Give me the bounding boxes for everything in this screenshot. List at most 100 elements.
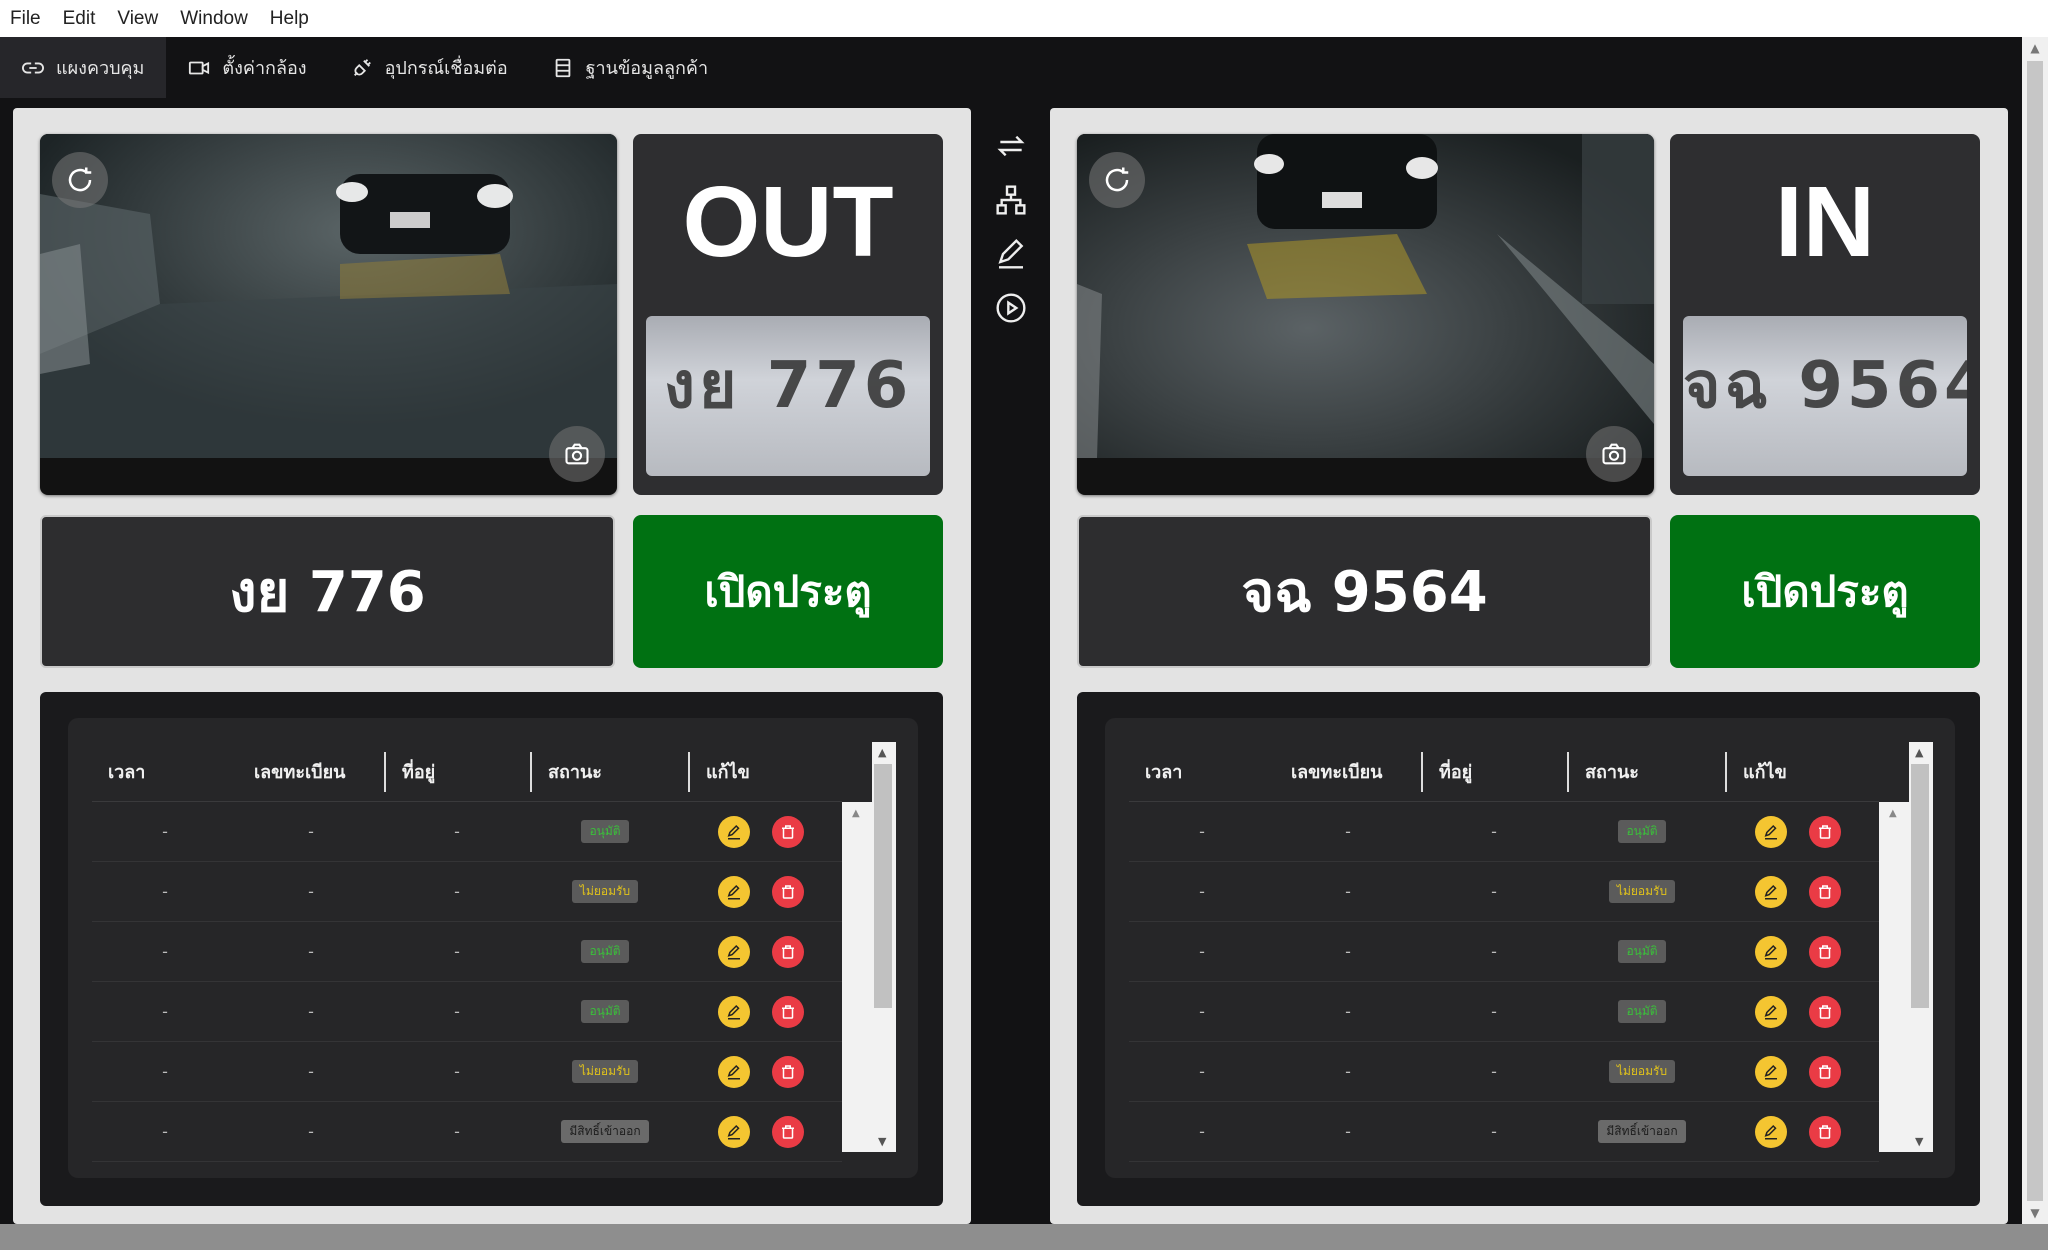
tab-control-panel[interactable]: แผงควบคุม	[0, 37, 167, 98]
refresh-camera-button[interactable]	[1089, 152, 1145, 208]
capture-snapshot-button[interactable]	[549, 426, 605, 482]
cell-plate: -	[308, 1122, 314, 1141]
window-scrollbar[interactable]: ▲ ▼	[2022, 37, 2048, 1224]
menu-help[interactable]: Help	[270, 8, 309, 30]
header-time[interactable]: เวลา	[92, 752, 238, 792]
tab-customer-database[interactable]: ฐานข้อมูลลูกค้า	[530, 37, 730, 98]
scroll-up-arrow-icon[interactable]: ▲	[1915, 746, 1923, 759]
header-edit[interactable]: แก้ไข	[1725, 751, 1879, 792]
header-edit[interactable]: แก้ไข	[688, 751, 842, 792]
edit-row-button[interactable]	[718, 935, 750, 968]
delete-row-button[interactable]	[772, 935, 804, 968]
scroll-up-arrow-icon[interactable]: ▲	[878, 746, 886, 759]
delete-row-button[interactable]	[1809, 995, 1841, 1028]
header-status[interactable]: สถานะ	[1567, 751, 1725, 792]
cell-address: -	[454, 1062, 460, 1081]
trash-icon	[1819, 1124, 1831, 1139]
delete-row-button[interactable]	[772, 815, 804, 848]
edit-row-button[interactable]	[1755, 875, 1787, 908]
direction-box-in: IN จฉ 9564	[1670, 134, 1980, 495]
cell-address: -	[454, 1122, 460, 1141]
table-scroll-thumb[interactable]	[1911, 764, 1929, 1008]
edit-row-button[interactable]	[718, 995, 750, 1028]
delete-row-button[interactable]	[1809, 1115, 1841, 1148]
cell-actions	[680, 935, 842, 968]
cell-time: -	[1199, 882, 1205, 901]
refresh-icon	[68, 167, 92, 192]
delete-row-button[interactable]	[772, 995, 804, 1028]
cell-plate: -	[1345, 882, 1351, 901]
header-plate[interactable]: เลขทะเบียน	[1275, 752, 1421, 792]
delete-row-button[interactable]	[772, 1115, 804, 1148]
table-scroll-thumb[interactable]	[874, 764, 892, 1008]
cell-actions	[1717, 1115, 1879, 1148]
header-plate[interactable]: เลขทะเบียน	[238, 752, 384, 792]
scroll-up-arrow-icon[interactable]: ▲	[852, 808, 860, 819]
trash-icon	[782, 824, 794, 839]
open-gate-button[interactable]: เปิดประตู	[633, 515, 943, 668]
cell-status: อนุมัติ	[530, 820, 680, 843]
menu-file[interactable]: File	[10, 8, 41, 30]
trash-icon	[782, 944, 794, 959]
menu-edit[interactable]: Edit	[63, 8, 96, 30]
menu-view[interactable]: View	[117, 8, 158, 30]
pencil-icon	[727, 1004, 740, 1019]
header-time[interactable]: เวลา	[1129, 752, 1275, 792]
scroll-down-arrow-icon[interactable]: ▼	[1915, 1135, 1923, 1148]
capture-snapshot-button[interactable]	[1586, 426, 1642, 482]
status-badge: อนุมัติ	[1618, 820, 1666, 843]
edit-button[interactable]	[993, 236, 1029, 272]
open-gate-button[interactable]: เปิดประตู	[1670, 515, 1980, 668]
header-address[interactable]: ที่อยู่	[1421, 751, 1567, 792]
network-button[interactable]	[993, 182, 1029, 218]
pencil-icon	[1764, 824, 1777, 839]
cell-time: -	[162, 1062, 168, 1081]
delete-row-button[interactable]	[1809, 875, 1841, 908]
header-status[interactable]: สถานะ	[530, 751, 688, 792]
menu-window[interactable]: Window	[180, 8, 248, 30]
swap-lanes-button[interactable]	[993, 128, 1029, 164]
edit-row-button[interactable]	[1755, 1115, 1787, 1148]
edit-row-button[interactable]	[718, 875, 750, 908]
camera-feed-in	[1077, 134, 1654, 495]
cell-status: ไม่ยอมรับ	[530, 880, 680, 903]
edit-row-button[interactable]	[1755, 1055, 1787, 1088]
cell-address: -	[454, 942, 460, 961]
refresh-camera-button[interactable]	[52, 152, 108, 208]
tab-connected-devices[interactable]: อุปกรณ์เชื่อมต่อ	[329, 37, 530, 98]
header-address[interactable]: ที่อยู่	[384, 751, 530, 792]
cell-status: มีสิทธิ์เข้าออก	[1567, 1120, 1717, 1143]
scroll-down-arrow-icon[interactable]: ▼	[2022, 1202, 2048, 1224]
edit-row-button[interactable]	[1755, 815, 1787, 848]
play-button[interactable]	[993, 290, 1029, 326]
log-container: เวลา เลขทะเบียน ที่อยู่ สถานะ แก้ไข - - …	[1077, 692, 1980, 1206]
cell-plate: -	[1345, 822, 1351, 841]
edit-row-button[interactable]	[718, 1055, 750, 1088]
cell-time: -	[162, 1002, 168, 1021]
delete-row-button[interactable]	[1809, 815, 1841, 848]
pencil-icon	[1764, 1064, 1777, 1079]
scroll-up-arrow-icon[interactable]: ▲	[2022, 37, 2048, 59]
table-row: - - - ไม่ยอมรับ	[92, 1042, 842, 1102]
cell-actions	[1717, 1055, 1879, 1088]
cell-actions	[680, 875, 842, 908]
network-icon	[996, 185, 1026, 215]
edit-row-button[interactable]	[718, 815, 750, 848]
edit-row-button[interactable]	[718, 1115, 750, 1148]
cell-actions	[680, 815, 842, 848]
scroll-up-arrow-icon[interactable]: ▲	[1889, 808, 1897, 819]
delete-row-button[interactable]	[1809, 935, 1841, 968]
table-scrollbar[interactable]: ▲ ▲ ▼	[842, 742, 896, 1152]
delete-row-button[interactable]	[772, 1055, 804, 1088]
scroll-thumb[interactable]	[2027, 61, 2043, 1201]
edit-row-button[interactable]	[1755, 995, 1787, 1028]
tab-camera-settings[interactable]: ตั้งค่ากล้อง	[166, 37, 328, 98]
edit-row-button[interactable]	[1755, 935, 1787, 968]
cell-status: ไม่ยอมรับ	[1567, 880, 1717, 903]
delete-row-button[interactable]	[1809, 1055, 1841, 1088]
delete-row-button[interactable]	[772, 875, 804, 908]
scroll-down-arrow-icon[interactable]: ▼	[878, 1135, 886, 1148]
trash-icon	[1819, 1064, 1831, 1079]
table-scrollbar[interactable]: ▲ ▲ ▼	[1879, 742, 1933, 1152]
pencil-icon	[1764, 944, 1777, 959]
